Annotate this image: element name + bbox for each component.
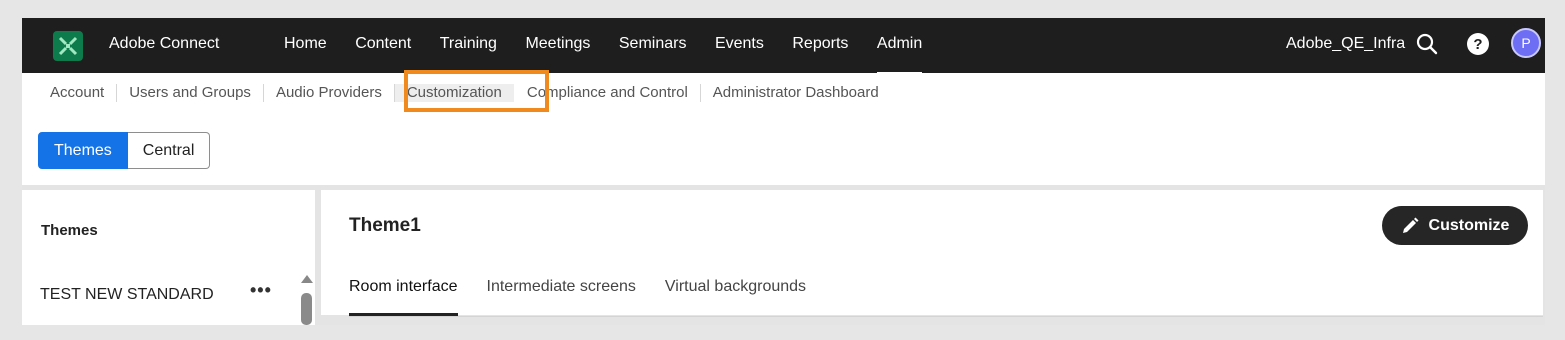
subnav-users-and-groups[interactable]: Users and Groups [117, 84, 264, 102]
admin-sub-nav: Account Users and Groups Audio Providers… [22, 73, 1545, 113]
customize-button[interactable]: Customize [1382, 206, 1528, 245]
themes-panel-title: Themes [41, 222, 98, 239]
nav-content[interactable]: Content [355, 18, 411, 73]
user-account-name[interactable]: Adobe_QE_Infra [1286, 35, 1405, 53]
main-nav: Home Content Training Meetings Seminars … [284, 18, 951, 75]
content-area: Themes TEST NEW STANDARD ••• Theme1 Cust… [22, 185, 1545, 325]
app-brand-name: Adobe Connect [109, 35, 220, 52]
highlight-callout-box [404, 70, 549, 112]
nav-seminars[interactable]: Seminars [619, 18, 687, 73]
pencil-icon [1402, 217, 1419, 233]
tabs-divider [349, 316, 1543, 317]
nav-events[interactable]: Events [715, 18, 764, 73]
themes-list-panel: Themes TEST NEW STANDARD ••• [22, 190, 315, 325]
search-icon[interactable] [1415, 32, 1439, 56]
scrollbar-thumb[interactable] [301, 293, 312, 325]
top-nav-bar: Adobe Connect Home Content Training Meet… [22, 18, 1545, 75]
nav-reports[interactable]: Reports [792, 18, 848, 73]
nav-training[interactable]: Training [440, 18, 497, 73]
customize-label: Customize [1428, 216, 1510, 234]
theme-title: Theme1 [349, 215, 421, 236]
avatar[interactable]: P [1511, 28, 1541, 58]
tab-room-interface[interactable]: Room interface [349, 278, 458, 316]
tab-virtual-backgrounds[interactable]: Virtual backgrounds [665, 278, 806, 296]
adobe-connect-logo-icon[interactable] [53, 31, 83, 61]
themes-central-toggle: Themes Central [38, 132, 211, 169]
app-window: Adobe Connect Home Content Training Meet… [22, 18, 1545, 325]
subnav-audio-providers[interactable]: Audio Providers [264, 84, 395, 102]
help-icon[interactable]: ? [1467, 33, 1489, 55]
central-toggle-button[interactable]: Central [127, 132, 211, 169]
theme-detail-panel: Theme1 Customize Room interface Intermed… [321, 190, 1543, 317]
nav-home[interactable]: Home [284, 18, 327, 73]
theme-list-item[interactable]: TEST NEW STANDARD [40, 286, 214, 304]
theme-tabs: Room interface Intermediate screens Virt… [349, 278, 835, 316]
nav-meetings[interactable]: Meetings [525, 18, 590, 73]
scroll-up-arrow-icon[interactable] [301, 275, 313, 283]
more-options-icon[interactable]: ••• [250, 280, 272, 301]
nav-admin[interactable]: Admin [876, 18, 923, 75]
subnav-administrator-dashboard[interactable]: Administrator Dashboard [701, 84, 891, 102]
themes-toggle-button[interactable]: Themes [38, 132, 128, 169]
subnav-account[interactable]: Account [22, 84, 118, 102]
tab-intermediate-screens[interactable]: Intermediate screens [487, 278, 636, 296]
